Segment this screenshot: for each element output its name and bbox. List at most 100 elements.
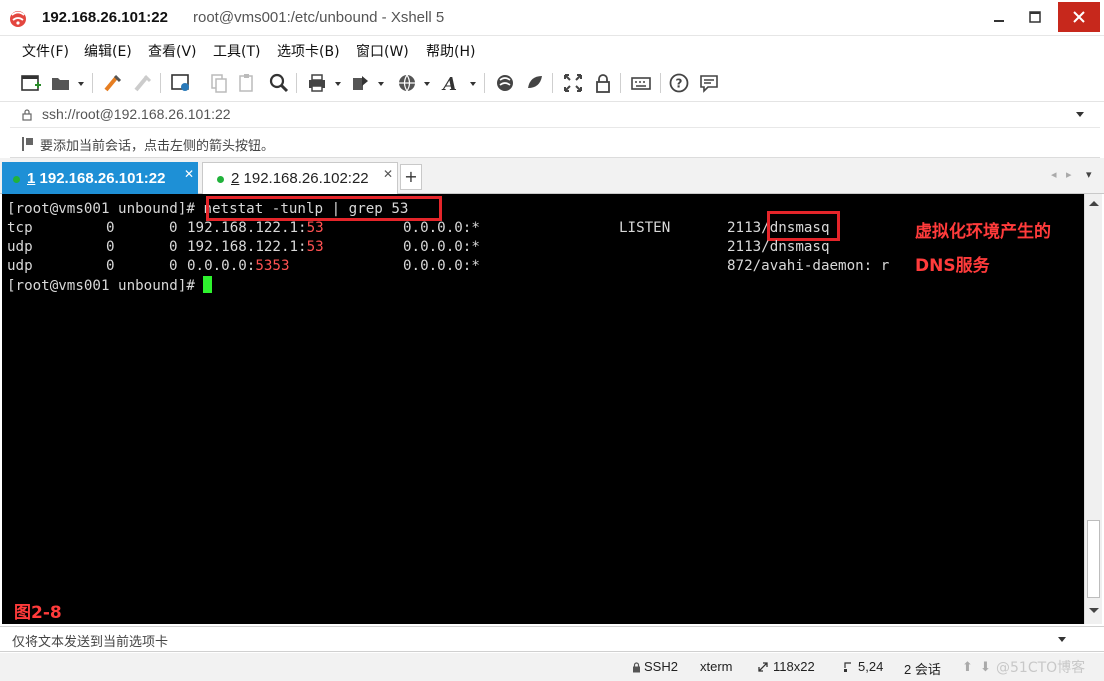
close-icon[interactable]: ✕ <box>383 167 393 181</box>
menu-file[interactable]: 文件(F) <box>22 41 69 61</box>
toolbar-divider <box>660 73 661 93</box>
menu-tools[interactable]: 工具(T) <box>213 41 260 61</box>
session-properties-icon[interactable] <box>170 72 192 94</box>
transfer-dropdown-icon[interactable] <box>378 82 384 86</box>
recv-q-cell: 0 <box>106 239 115 255</box>
print-dropdown-icon[interactable] <box>335 82 341 86</box>
maximize-button[interactable] <box>1018 2 1052 32</box>
chat-icon[interactable] <box>698 72 720 94</box>
proto-cell: udp <box>7 239 33 255</box>
address-url[interactable]: ssh://root@192.168.26.101:22 <box>42 106 231 122</box>
hint-text: 要添加当前会话，点击左侧的箭头按钮。 <box>40 139 275 154</box>
menu-edit[interactable]: 编辑(E) <box>84 41 132 61</box>
tab-scroll-right-icon[interactable]: ▸ <box>1066 168 1072 181</box>
compose-target-label[interactable]: 仅将文本发送到当前选项卡 <box>12 631 168 650</box>
local-address-cell: 192.168.122.1:53 <box>187 220 324 236</box>
status-term-type: xterm <box>700 659 733 674</box>
status-protocol: SSH2 <box>644 659 678 674</box>
connected-status-icon <box>13 176 20 183</box>
tab-session-2[interactable]: 2 192.168.26.102:22 ✕ <box>202 162 398 194</box>
add-tab-button[interactable]: + <box>400 164 422 190</box>
status-bar: SSH2 xterm 118x22 5,24 2 会话 ⬆ ⬇ @51CTO博客 <box>0 653 1104 681</box>
scrollbar-thumb[interactable] <box>1087 520 1100 598</box>
svg-text:A: A <box>441 74 457 94</box>
toolbar-divider <box>296 73 297 93</box>
proto-cell: udp <box>7 258 33 274</box>
globe-icon[interactable] <box>396 72 418 94</box>
tab-label: 1 192.168.26.101:22 <box>27 170 166 187</box>
close-button[interactable] <box>1058 2 1100 32</box>
title-bar: 192.168.26.101:22 root@vms001:/etc/unbou… <box>0 0 1104 36</box>
disconnect-icon[interactable] <box>132 72 154 94</box>
open-folder-dropdown-icon[interactable] <box>78 82 84 86</box>
proto-cell: tcp <box>7 220 33 236</box>
find-icon[interactable] <box>268 72 290 94</box>
keyboard-icon[interactable] <box>630 72 652 94</box>
globe-dropdown-icon[interactable] <box>424 82 430 86</box>
foreign-address-cell: 0.0.0.0:* <box>403 220 480 236</box>
font-icon[interactable]: A <box>440 72 462 94</box>
status-cursor-pos: 5,24 <box>858 659 884 674</box>
menu-tabs[interactable]: 选项卡(B) <box>277 41 340 61</box>
shell-prompt: [root@vms001 unbound]# <box>7 201 204 217</box>
status-sessions: 2 会话 <box>904 662 941 677</box>
toolbar-divider <box>552 73 553 93</box>
scroll-down-icon[interactable] <box>1089 608 1099 613</box>
help-icon[interactable]: ? <box>668 72 690 94</box>
svg-text:?: ? <box>676 77 683 91</box>
new-session-icon[interactable] <box>20 72 42 94</box>
toolbar-divider <box>160 73 161 93</box>
tab-list-dropdown-icon[interactable]: ▾ <box>1086 168 1092 181</box>
terminal-cursor <box>203 276 213 293</box>
status-size: 118x22 <box>773 659 815 674</box>
terminal-scrollbar[interactable] <box>1084 194 1102 624</box>
close-icon <box>1073 11 1085 23</box>
toolbar-divider <box>92 73 93 93</box>
local-address-cell: 0.0.0.0:5353 <box>187 258 290 274</box>
send-q-cell: 0 <box>169 239 178 255</box>
resize-icon <box>758 662 768 672</box>
minimize-button[interactable] <box>982 2 1016 32</box>
chevron-down-icon[interactable] <box>1076 112 1084 118</box>
status-nav-down-icon[interactable]: ⬇ <box>980 659 991 675</box>
local-address-cell: 192.168.122.1:53 <box>187 239 324 255</box>
recv-q-cell: 0 <box>106 220 115 236</box>
xshell-logo-icon <box>10 11 26 27</box>
menu-view[interactable]: 查看(V) <box>148 41 197 61</box>
compose-bar[interactable]: 仅将文本发送到当前选项卡 <box>0 626 1104 652</box>
pid-program-cell: 872/avahi-daemon: r <box>727 258 890 274</box>
menu-window[interactable]: 窗口(W) <box>356 41 409 61</box>
tab-scroll-left-icon[interactable]: ◂ <box>1051 168 1057 181</box>
toolbar: A ? <box>0 64 1104 102</box>
terminal-pane[interactable]: [root@vms001 unbound]# netstat -tunlp | … <box>2 194 1084 624</box>
chevron-down-icon[interactable] <box>1058 637 1066 643</box>
address-bar[interactable]: ssh://root@192.168.26.101:22 <box>10 102 1100 128</box>
paste-icon[interactable] <box>236 72 258 94</box>
copy-icon[interactable] <box>208 72 230 94</box>
bookmark-arrow-icon[interactable] <box>22 137 34 151</box>
status-nav-up-icon[interactable]: ⬆ <box>962 659 973 675</box>
fullscreen-icon[interactable] <box>562 72 584 94</box>
close-icon[interactable]: ✕ <box>184 167 194 181</box>
send-q-cell: 0 <box>169 220 178 236</box>
lock-icon[interactable] <box>592 72 614 94</box>
recv-q-cell: 0 <box>106 258 115 274</box>
command-highlight-box <box>206 196 442 221</box>
scroll-up-icon[interactable] <box>1089 201 1099 206</box>
menu-bar: 文件(F) 编辑(E) 查看(V) 工具(T) 选项卡(B) 窗口(W) 帮助(… <box>0 36 1104 64</box>
open-folder-icon[interactable] <box>50 72 72 94</box>
xmanager-icon[interactable] <box>524 72 546 94</box>
shell-prompt: [root@vms001 unbound]# <box>7 278 204 294</box>
font-dropdown-icon[interactable] <box>470 82 476 86</box>
menu-help[interactable]: 帮助(H) <box>426 41 475 61</box>
tab-session-1[interactable]: 1 192.168.26.101:22 ✕ <box>2 162 198 194</box>
print-icon[interactable] <box>306 72 328 94</box>
transfer-icon[interactable] <box>350 72 372 94</box>
xftp-icon[interactable] <box>494 72 516 94</box>
cursor-position-icon <box>844 662 851 672</box>
dnsmasq-highlight-box <box>767 211 840 241</box>
send-q-cell: 0 <box>169 258 178 274</box>
reconnect-icon[interactable] <box>102 72 124 94</box>
tab-label: 2 192.168.26.102:22 <box>231 170 369 187</box>
terminal-line-prompt: [root@vms001 unbound]# <box>7 276 213 296</box>
